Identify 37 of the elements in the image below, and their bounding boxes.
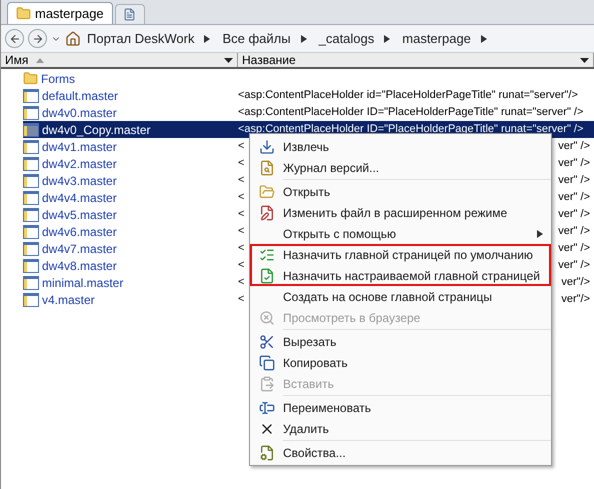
title-cell-start: <: [238, 258, 244, 274]
title-cell-end: ver"/>: [561, 275, 590, 290]
file-name: minimal.master: [42, 274, 124, 292]
file-name: dw4v8.master: [42, 258, 117, 274]
title-cell-end: ver" />: [558, 224, 590, 240]
title-cell-start: <: [238, 156, 244, 172]
title-cell-text: <asp:ContentPlaceHolder ID="PlaceHolderPageTitle" runat="server" />: [238, 105, 584, 120]
title-cell-end: ver" />: [558, 190, 590, 206]
title-cell-text: <asp:ContentPlaceHolder id="PlaceHolderPageTitle" runat="server"/>: [238, 88, 578, 104]
file-name: dw4v5.master: [42, 206, 117, 224]
title-cell-start: <: [238, 173, 244, 188]
file-name: dw4v1.master: [42, 138, 117, 156]
file-name: Forms: [41, 70, 75, 88]
title-cell-start: <: [238, 224, 244, 240]
file-name: dw4v7.master: [42, 240, 117, 258]
file-name: dw4v2.master: [42, 156, 117, 172]
title-cell-text: <asp:ContentPlaceHolder ID="PlaceHolderPageTitle" runat="server" />: [238, 122, 584, 138]
file-name: v4.master: [42, 292, 95, 308]
title-cell-end: ver" />: [558, 173, 590, 188]
file-name: dw4v4.master: [42, 190, 117, 206]
title-cell-end: ver" />: [558, 241, 590, 256]
title-cell-start: <: [238, 207, 244, 222]
title-cell-end: ver" />: [558, 207, 590, 222]
file-name: default.master: [42, 88, 118, 104]
title-cell-end: ver"/>: [561, 292, 590, 308]
title-cell-end: ver" />: [558, 139, 590, 154]
title-cell-start: <: [238, 292, 244, 308]
title-cell-start: <: [238, 241, 244, 256]
file-name: dw4v6.master: [42, 224, 117, 240]
title-cell-end: ver" />: [558, 156, 590, 172]
title-cell-start: <: [238, 190, 244, 206]
file-name: dw4v0_Copy.master: [42, 122, 150, 138]
file-name: dw4v0.master: [42, 104, 117, 122]
title-cell-start: <: [238, 275, 244, 290]
file-name: dw4v3.master: [42, 172, 117, 190]
title-cell-end: ver" />: [558, 258, 590, 274]
title-cell-start: <: [238, 139, 244, 154]
